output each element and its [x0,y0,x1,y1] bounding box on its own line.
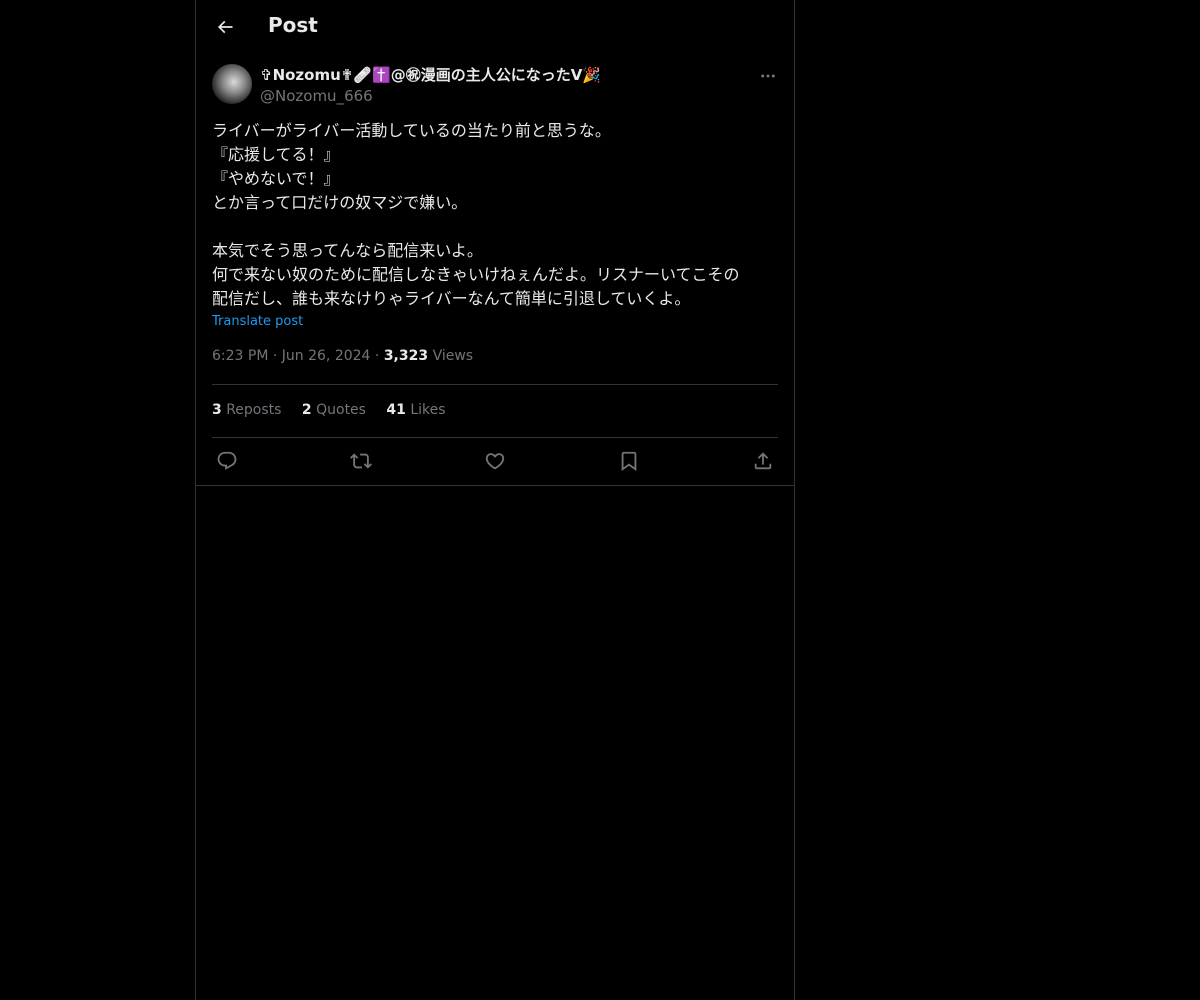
post-text-line: 『やめないで！』 [212,169,340,188]
post-text-line: ライバーがライバー活動しているの当たり前と思うな。 [212,121,611,140]
post-text-line: 本気でそう思ってんなら配信来いよ。 [212,241,483,260]
top-bar: Post [196,0,794,54]
post-text-line: 何で来ない奴のために配信しなきゃいけねぇんだよ。リスナーいてこその [212,265,740,284]
divider [212,437,778,438]
reposts-count: 3 [212,402,222,418]
divider [212,384,778,385]
more-horizontal-icon [759,67,777,85]
repost-icon [350,450,372,472]
post-text-line [212,215,778,239]
likes-stat[interactable]: 41 Likes [386,402,445,418]
quotes-stat[interactable]: 2 Quotes [302,402,366,418]
post-text-line: 『応援してる！』 [212,145,340,164]
action-bar [212,446,778,476]
heart-icon [484,450,506,472]
likes-count: 41 [386,402,406,418]
more-options-button[interactable] [754,64,782,88]
engagement-stats: 3 Reposts 2 Quotes 41 Likes [212,402,462,418]
back-button[interactable] [208,10,242,44]
bookmark-button[interactable] [614,446,644,476]
post-bottom-border [196,485,794,486]
post-time[interactable]: 6:23 PM [212,348,268,364]
share-icon [752,450,774,472]
meta-separator: · [272,348,278,364]
avatar[interactable] [212,64,252,104]
back-arrow-icon [215,17,235,37]
reply-button[interactable] [212,446,242,476]
post-meta: 6:23 PM · Jun 26, 2024 · 3,323 Views [212,348,473,364]
reposts-label: Reposts [226,402,282,418]
author-block: ✞Nozomu✟🩹✝️@㊗漫画の主人公になったV🎉 @Nozomu_666 [260,64,730,106]
like-button[interactable] [480,446,510,476]
post-text: ライバーがライバー活動しているの当たり前と思うな。 『応援してる！』 『やめない… [212,119,778,311]
post-text-line: 配信だし、誰も来なけりゃライバーなんて簡単に引退していくよ。 [212,289,691,308]
repost-button[interactable] [346,446,376,476]
views-label: Views [432,348,474,364]
reply-icon [216,450,238,472]
meta-separator: · [374,348,380,364]
quotes-count: 2 [301,402,312,418]
views-count: 3,323 [383,348,429,364]
user-handle[interactable]: @Nozomu_666 [260,86,730,106]
page-title: Post [268,13,318,37]
likes-label: Likes [410,402,446,418]
post-date[interactable]: Jun 26, 2024 [282,348,371,364]
display-name[interactable]: ✞Nozomu✟🩹✝️@㊗漫画の主人公になったV🎉 [260,64,730,86]
translate-post-link[interactable]: Translate post [212,314,303,329]
bookmark-icon [618,450,640,472]
reposts-stat[interactable]: 3 Reposts [212,402,281,418]
post-column: Post ✞Nozomu✟🩹✝️@㊗漫画の主人公になったV🎉 @Nozomu_6… [195,0,795,1000]
post-text-line: とか言って口だけの奴マジで嫌い。 [212,193,468,212]
share-button[interactable] [748,446,778,476]
quotes-label: Quotes [316,402,366,418]
